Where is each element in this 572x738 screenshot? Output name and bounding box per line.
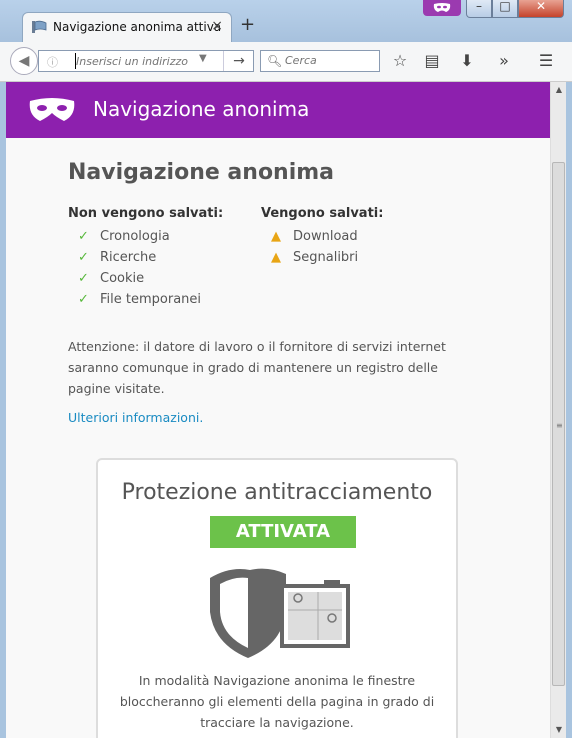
tracking-protection-title: Protezione antitracciamento bbox=[121, 480, 433, 505]
star-icon[interactable]: ☆ bbox=[388, 50, 412, 72]
private-browsing-indicator-icon bbox=[423, 0, 461, 16]
list-item: ✓ Cookie bbox=[78, 271, 145, 286]
private-browsing-banner: Navigazione anonima bbox=[6, 82, 550, 138]
check-icon: ✓ bbox=[78, 250, 89, 265]
check-icon: ✓ bbox=[78, 271, 89, 286]
new-tab-button[interactable]: + bbox=[240, 14, 255, 35]
private-mask-icon bbox=[29, 98, 75, 121]
reader-list-icon[interactable]: ▤ bbox=[420, 50, 444, 72]
tab-private-browsing[interactable]: Navigazione anonima attiva × bbox=[22, 12, 232, 42]
close-tab-icon[interactable]: × bbox=[211, 18, 223, 34]
private-mask-favicon-icon bbox=[32, 20, 47, 33]
check-icon: ✓ bbox=[78, 292, 89, 307]
url-input[interactable] bbox=[75, 53, 188, 69]
minimize-button[interactable]: – bbox=[466, 0, 492, 18]
list-item: ▲ Download bbox=[271, 229, 358, 244]
status-badge[interactable]: ATTIVATA bbox=[210, 516, 356, 548]
url-bar[interactable]: ⓘ ▼ → bbox=[38, 50, 254, 72]
overflow-icon[interactable]: » bbox=[492, 50, 516, 72]
download-icon[interactable]: ⬇ bbox=[455, 50, 479, 72]
banner-title: Navigazione anonima bbox=[93, 97, 310, 121]
search-input[interactable] bbox=[285, 54, 375, 67]
saved-title: Vengono salvati: bbox=[261, 206, 384, 221]
title-bar: Navigazione anonima attiva × + – □ ✕ bbox=[0, 0, 572, 42]
list-item: ✓ Cronologia bbox=[78, 229, 170, 244]
close-window-button[interactable]: ✕ bbox=[518, 0, 564, 18]
not-saved-column: Non vengono salvati: ✓ Cronologia ✓ Ricerc… bbox=[68, 206, 223, 313]
scroll-thumb[interactable]: ≡ bbox=[552, 162, 565, 686]
tracking-protection-description: In modalità Navigazione anonima le fines… bbox=[119, 673, 435, 730]
info-icon[interactable]: ⓘ bbox=[47, 54, 58, 70]
navigation-toolbar: ◀ ⓘ ▼ → 🔍︎ ☆ ▤ ⬇ » ☰ bbox=[0, 42, 572, 82]
page-title: Navigazione anonima bbox=[68, 160, 335, 185]
back-icon[interactable]: ◀ bbox=[10, 47, 38, 75]
search-bar[interactable]: 🔍︎ bbox=[260, 50, 380, 72]
tracking-protection-card: Protezione antitracciamento ATTIVATA In … bbox=[96, 458, 458, 738]
warning-icon: ▲ bbox=[271, 250, 281, 265]
not-saved-title: Non vengono salvati: bbox=[68, 206, 224, 221]
scroll-down-icon[interactable]: ▼ bbox=[551, 722, 567, 738]
search-icon: 🔍︎ bbox=[267, 54, 283, 68]
learn-more-link[interactable]: Ulteriori informazioni. bbox=[68, 410, 203, 425]
grip-icon: ≡ bbox=[556, 421, 563, 430]
go-arrow-icon[interactable]: → bbox=[223, 51, 254, 71]
saved-column: Vengono salvati: ▲ Download ▲ Segnalibri bbox=[261, 206, 383, 271]
menu-icon[interactable]: ☰ bbox=[534, 50, 558, 72]
list-item: ✓ Ricerche bbox=[78, 250, 157, 265]
dropdown-icon[interactable]: ▼ bbox=[199, 53, 207, 64]
check-icon: ✓ bbox=[78, 229, 89, 244]
page-content: Navigazione anonima Navigazione anonima … bbox=[6, 82, 550, 738]
tab-title: Navigazione anonima attiva bbox=[53, 20, 222, 34]
list-item: ✓ File temporanei bbox=[78, 292, 202, 307]
warning-notice: Attenzione: il datore di lavoro o il for… bbox=[68, 339, 446, 396]
shield-icon bbox=[210, 568, 350, 658]
main-content: Navigazione anonima Non vengono salvati:… bbox=[68, 160, 508, 425]
vertical-scrollbar[interactable]: ▲ ≡ ▼ bbox=[550, 82, 566, 738]
scroll-up-icon[interactable]: ▲ bbox=[551, 82, 567, 98]
warning-icon: ▲ bbox=[271, 229, 281, 244]
list-item: ▲ Segnalibri bbox=[271, 250, 359, 265]
maximize-button[interactable]: □ bbox=[492, 0, 518, 18]
